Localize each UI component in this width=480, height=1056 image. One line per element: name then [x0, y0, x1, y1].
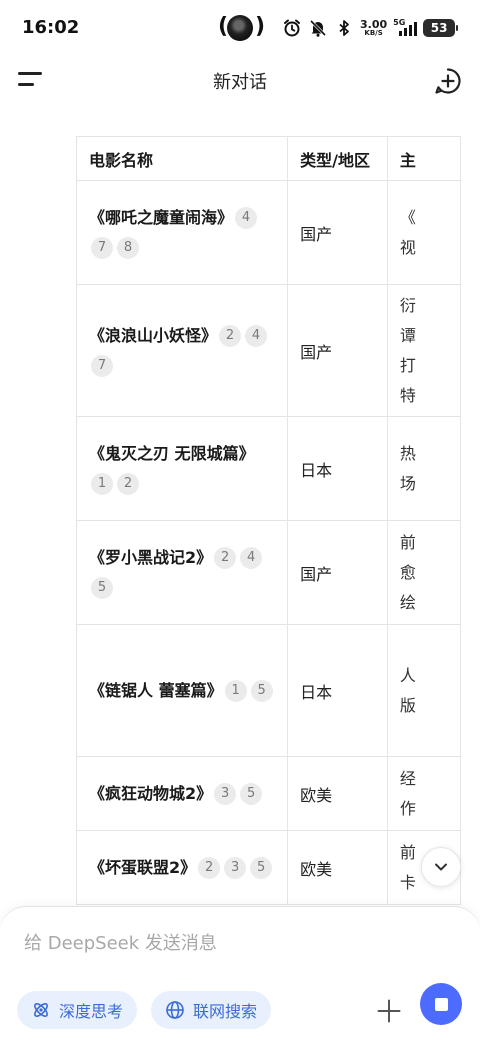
movie-table: 电影名称 类型/地区 主 《哪吒之魔童闹海》 47 8 国产《 视《浪浪山小妖怪》 2 4…	[75, 136, 461, 905]
citation-badge[interactable]: 4	[240, 547, 263, 569]
movie-name-cell: 《哪吒之魔童闹海》 4 7 8	[75, 180, 289, 285]
column-header-main: 主	[386, 136, 461, 181]
movie-title: 《鬼灭之刃 无限城篇》	[89, 443, 255, 463]
table-scroll-area[interactable]: 电影名称 类型/地区 主 《哪吒之魔童闹海》 47 8 国产《 视《浪浪山小妖怪》 2 4…	[0, 136, 461, 906]
attach-button[interactable]	[376, 998, 402, 1024]
column-header-name: 电影名称	[75, 136, 289, 181]
citation-badge[interactable]: 5	[250, 680, 273, 702]
status-time: 16:02	[22, 17, 80, 38]
movie-title: 《罗小黑战记2》	[89, 547, 213, 567]
deep-think-button[interactable]: 深度思考	[17, 991, 138, 1029]
table-row: 《疯狂动物城2》 3 5 欧美经 作	[75, 756, 461, 831]
movie-title: 《链锯人 蕾塞篇》	[89, 680, 223, 700]
paren-right-glyph: )	[255, 14, 266, 39]
type-region-cell: 日本	[287, 624, 388, 757]
status-bar: 16:02 ( ) 3.00 KB/S 5G 53	[0, 0, 480, 56]
citation-badge[interactable]: 1	[224, 680, 247, 702]
movie-name-cell: 《疯狂动物城2》 3 5	[75, 756, 289, 831]
stop-button[interactable]	[420, 983, 462, 1025]
citation-badge[interactable]: 5	[240, 783, 263, 805]
type-region-cell: 国产	[287, 284, 388, 417]
citation-badge[interactable]: 2	[219, 325, 242, 347]
type-region-cell: 欧美	[287, 830, 388, 905]
movie-name-cell: 《鬼灭之刃 无限城篇》 1 2	[75, 416, 289, 521]
citation-badge[interactable]: 7	[91, 355, 113, 377]
main-content-cell: 《 视	[386, 180, 461, 285]
citation-badge[interactable]: 2	[198, 857, 221, 879]
type-region-cell: 国产	[287, 180, 388, 285]
table-row: 《罗小黑战记2》 2 4 5 国产前 愈 绘	[75, 520, 461, 625]
message-input[interactable]	[24, 925, 444, 961]
citation-badge[interactable]: 4	[235, 207, 258, 229]
movie-title: 《浪浪山小妖怪》	[89, 325, 218, 345]
table-row: 《鬼灭之刃 无限城篇》 1 2 日本热 场	[75, 416, 461, 521]
signal-icon: 5G	[393, 18, 418, 38]
stop-icon	[434, 997, 448, 1011]
citation-badge[interactable]: 2	[214, 547, 237, 569]
main-content-cell: 前 愈 绘	[386, 520, 461, 625]
avatar-icon	[227, 15, 253, 41]
type-region-cell: 国产	[287, 520, 388, 625]
web-search-button[interactable]: 联网搜索	[151, 991, 272, 1029]
main-content-cell: 热 场	[386, 416, 461, 521]
movie-title: 《坏蛋联盟2》	[89, 857, 197, 877]
table-row: 《哪吒之魔童闹海》 4 7 8 国产《 视	[75, 180, 461, 285]
bluetooth-icon	[334, 18, 354, 38]
globe-icon	[166, 1001, 184, 1019]
web-search-label: 联网搜索	[193, 1002, 258, 1021]
chevron-down-icon	[435, 863, 447, 871]
composer: 深度思考 联网搜索	[0, 906, 480, 1056]
main-content-cell: 衍 谭 打 特	[386, 284, 461, 417]
battery-level: 53	[430, 21, 448, 35]
deep-think-label: 深度思考	[59, 1002, 124, 1021]
battery-icon: 53	[423, 19, 459, 37]
app-header: 新对话	[0, 56, 480, 106]
type-region-cell: 日本	[287, 416, 388, 521]
net-speed-unit: KB/S	[364, 29, 383, 37]
main-content-cell: 人 版	[386, 624, 461, 757]
mute-icon	[308, 18, 328, 38]
table-header-row: 电影名称 类型/地区 主	[75, 136, 461, 181]
movie-title: 《哪吒之魔童闹海》	[89, 207, 234, 227]
scroll-down-button[interactable]	[421, 847, 461, 887]
movie-name-cell: 《罗小黑战记2》 2 4 5	[75, 520, 289, 625]
network-speed: 3.00 KB/S	[360, 19, 387, 37]
movie-name-cell: 《坏蛋联盟2》 2 3 5	[75, 830, 289, 905]
movie-name-cell: 《链锯人 蕾塞篇》 1 5	[75, 624, 289, 757]
citation-badge[interactable]: 5	[250, 857, 273, 879]
citation-badge[interactable]: 7	[91, 237, 113, 259]
plus-icon	[377, 999, 401, 1023]
floating-avatar-indicator: ( )	[218, 12, 266, 44]
citation-badge[interactable]: 1	[91, 473, 113, 495]
alarm-icon	[282, 18, 302, 38]
page-title: 新对话	[213, 72, 267, 93]
movie-name-cell: 《浪浪山小妖怪》 2 4 7	[75, 284, 289, 417]
citation-badge[interactable]: 3	[224, 857, 247, 879]
citation-badge[interactable]: 3	[214, 783, 237, 805]
column-header-type: 类型/地区	[287, 136, 388, 181]
movie-title: 《疯狂动物城2》	[89, 783, 213, 803]
citation-badge[interactable]: 2	[117, 473, 139, 495]
main-content-cell: 经 作	[386, 756, 461, 831]
citation-badge[interactable]: 8	[117, 237, 139, 259]
status-icons: 3.00 KB/S 5G 53	[282, 14, 459, 42]
citation-badge[interactable]: 5	[91, 577, 113, 599]
citation-badge[interactable]: 4	[245, 325, 268, 347]
table-row: 《坏蛋联盟2》 2 3 5 欧美前 卡	[75, 830, 461, 905]
new-chat-icon[interactable]	[433, 66, 463, 96]
atom-icon	[34, 1003, 48, 1017]
type-region-cell: 欧美	[287, 756, 388, 831]
table-row: 《浪浪山小妖怪》 2 4 7 国产衍 谭 打 特	[75, 284, 461, 417]
table-row: 《链锯人 蕾塞篇》 1 5 日本人 版	[75, 624, 461, 757]
